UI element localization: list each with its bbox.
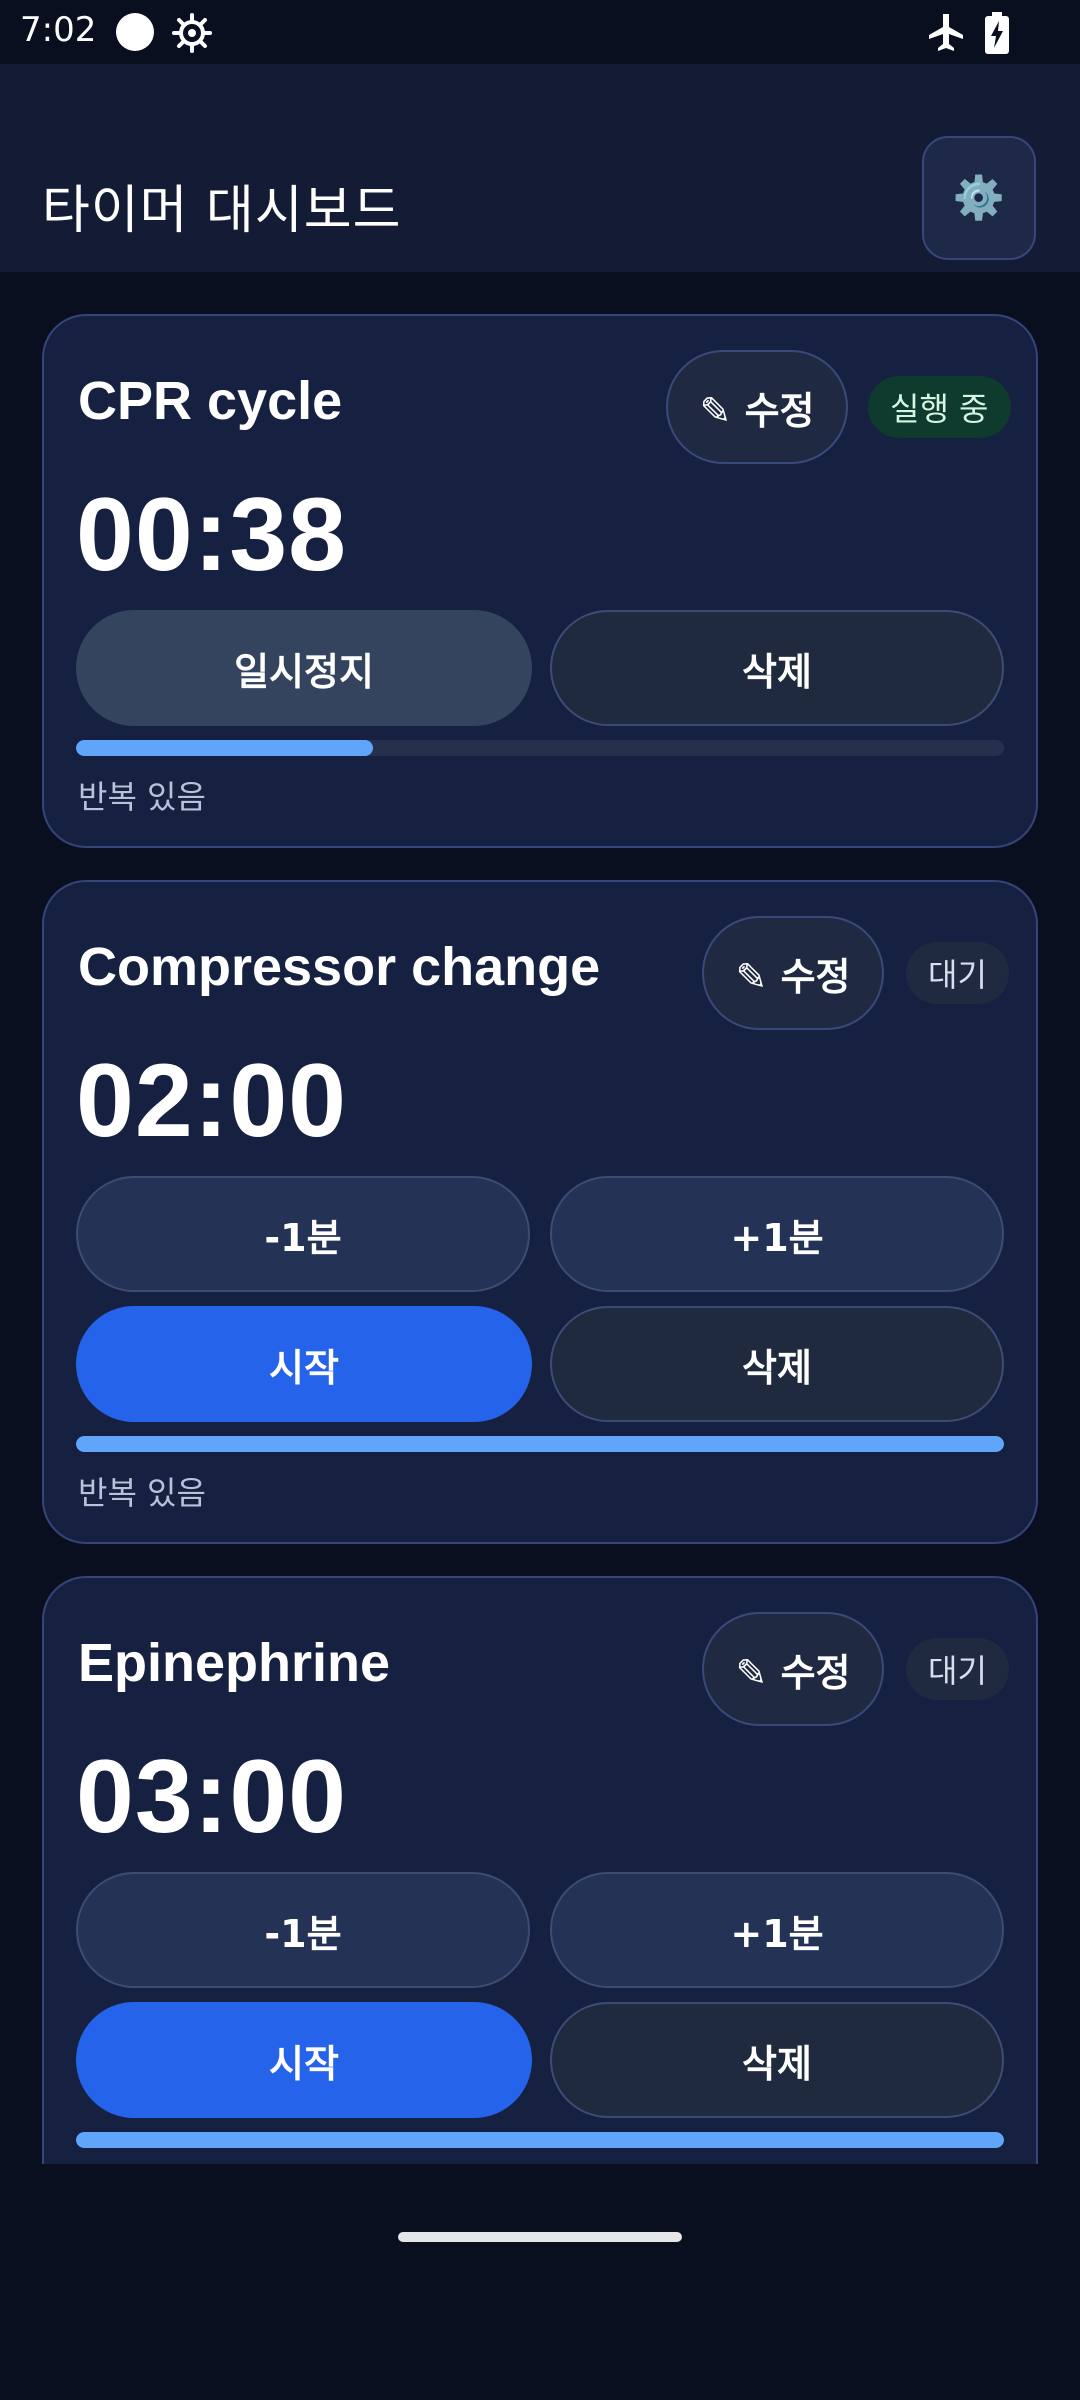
progress-bar [76, 740, 1004, 756]
edit-button[interactable]: ✎ 수정 [666, 350, 848, 464]
edit-label: ✎ 수정 [699, 388, 815, 433]
progress-bar [76, 1436, 1004, 1452]
edit-label: ✎ 수정 [735, 1650, 851, 1695]
gear-icon [172, 13, 212, 53]
pause-button[interactable]: 일시정지 [76, 610, 532, 726]
delete-button[interactable]: 삭제 [550, 1306, 1004, 1422]
repeat-label: 반복 있음 [78, 778, 206, 816]
settings-button[interactable]: ⚙️ [922, 136, 1036, 260]
gesture-nav-bar[interactable] [398, 2232, 682, 2242]
progress-fill [76, 740, 373, 756]
status-badge: 실행 중 [868, 376, 1011, 438]
timer-name: Epinephrine [78, 1633, 391, 1693]
minus-minute-button[interactable]: -1분 [76, 1176, 530, 1292]
timer-card: Epinephrine ✎ 수정 대기 03:00 -1분 +1분 시작 삭제 [42, 1576, 1038, 2256]
timer-display: 03:00 [76, 1739, 347, 1855]
app-bar: 타이머 대시보드 [0, 64, 1080, 272]
edit-button[interactable]: ✎ 수정 [702, 916, 884, 1030]
repeat-label: 반복 있음 [78, 1474, 206, 1512]
status-time: 7:02 [20, 10, 97, 50]
start-button[interactable]: 시작 [76, 2002, 532, 2118]
progress-bar [76, 2132, 1004, 2148]
minus-minute-button[interactable]: -1분 [76, 1872, 530, 1988]
timer-display: 00:38 [76, 477, 347, 593]
edit-label: ✎ 수정 [735, 954, 851, 999]
status-badge: 대기 [906, 942, 1009, 1004]
start-button[interactable]: 시작 [76, 1306, 532, 1422]
circle-icon [116, 13, 154, 51]
battery-charging-icon [985, 12, 1009, 54]
plus-minute-button[interactable]: +1분 [550, 1872, 1004, 1988]
plus-minute-button[interactable]: +1분 [550, 1176, 1004, 1292]
page-title: 타이머 대시보드 [42, 181, 402, 241]
delete-button[interactable]: 삭제 [550, 2002, 1004, 2118]
timer-card: CPR cycle ✎ 수정 실행 중 00:38 일시정지 삭제 반복 있음 [42, 314, 1038, 848]
status-badge: 대기 [906, 1638, 1009, 1700]
edit-button[interactable]: ✎ 수정 [702, 1612, 884, 1726]
progress-fill [76, 2132, 1004, 2148]
timer-card: Compressor change ✎ 수정 대기 02:00 -1분 +1분 … [42, 880, 1038, 1544]
gear-icon: ⚙️ [952, 173, 1006, 222]
status-bar: 7:02 [0, 0, 1080, 64]
airplane-icon [929, 14, 963, 51]
bottom-area [0, 2164, 1080, 2400]
progress-fill [76, 1436, 1004, 1452]
timer-display: 02:00 [76, 1043, 347, 1159]
delete-button[interactable]: 삭제 [550, 610, 1004, 726]
timer-name: CPR cycle [78, 371, 343, 431]
timer-name: Compressor change [78, 937, 601, 997]
